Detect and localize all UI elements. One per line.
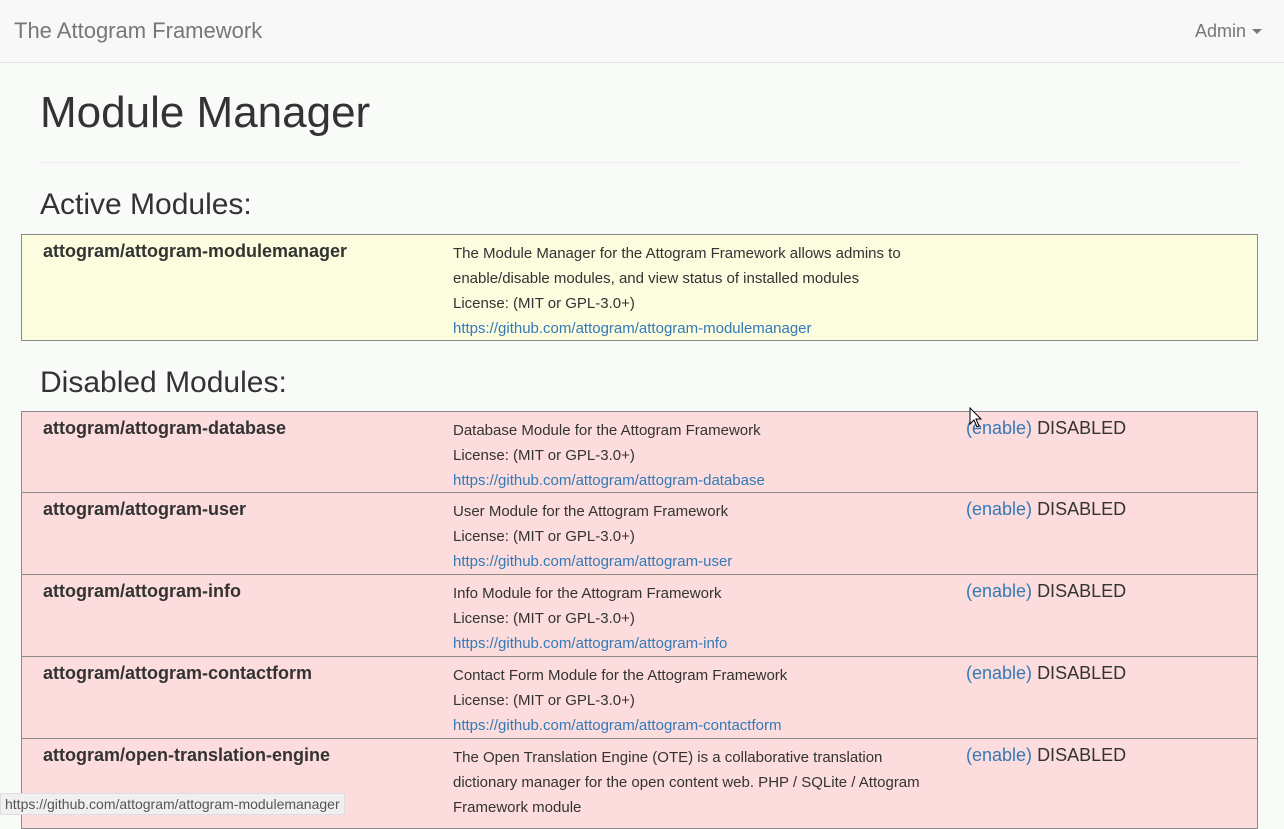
module-details: The Open Translation Engine (OTE) is a c… bbox=[453, 745, 923, 820]
enable-link[interactable]: (enable) bbox=[966, 499, 1032, 519]
module-license: License: (MIT or GPL-3.0+) bbox=[453, 447, 635, 464]
status-disabled: DISABLED bbox=[1037, 499, 1127, 519]
module-details: Database Module for the Attogram Framewo… bbox=[453, 418, 923, 493]
enable-link[interactable]: (enable) bbox=[966, 581, 1032, 601]
module-license: License: (MIT or GPL-3.0+) bbox=[453, 528, 635, 545]
caret-down-icon[interactable] bbox=[1252, 29, 1262, 34]
module-description: The Open Translation Engine (OTE) is a c… bbox=[453, 749, 883, 766]
module-name: attogram/open-translation-engine bbox=[43, 745, 331, 765]
admin-menu-toggle[interactable]: Admin bbox=[1195, 21, 1246, 42]
module-status: (enable) DISABLED bbox=[966, 418, 1126, 439]
enable-link[interactable]: (enable) bbox=[966, 745, 1032, 765]
module-description: Database Module for the Attogram Framewo… bbox=[453, 422, 761, 439]
mouse-cursor-icon bbox=[969, 407, 983, 428]
disabled-modules-heading: Disabled Modules: bbox=[40, 366, 287, 399]
enable-link[interactable]: (enable) bbox=[966, 663, 1032, 683]
module-name: attogram/attogram-info bbox=[43, 581, 241, 601]
module-name: attogram/attogram-modulemanager bbox=[43, 241, 348, 261]
module-details: User Module for the Attogram Framework L… bbox=[453, 499, 923, 574]
module-link[interactable]: https://github.com/attogram/attogram-dat… bbox=[453, 468, 923, 493]
module-name: attogram/attogram-contactform bbox=[43, 663, 313, 683]
module-description: User Module for the Attogram Framework bbox=[453, 503, 729, 520]
module-description: The Module Manager for the Attogram Fram… bbox=[453, 245, 901, 262]
browser-status-bar: https://github.com/attogram/attogram-mod… bbox=[0, 793, 345, 815]
module-description: Framework module bbox=[453, 799, 582, 816]
navbar: The Attogram Framework Admin bbox=[0, 0, 1284, 63]
table-row: attogram/attogram-info Info Module for t… bbox=[21, 575, 1258, 657]
module-status: (enable) DISABLED bbox=[966, 581, 1126, 602]
table-row: attogram/attogram-modulemanager The Modu… bbox=[21, 234, 1258, 341]
active-modules-table: attogram/attogram-modulemanager The Modu… bbox=[21, 234, 1258, 341]
module-description: dictionary manager for the open content … bbox=[453, 774, 920, 791]
module-name: attogram/attogram-user bbox=[43, 499, 247, 519]
module-details: The Module Manager for the Attogram Fram… bbox=[453, 241, 923, 341]
module-license: License: (MIT or GPL-3.0+) bbox=[453, 295, 635, 312]
module-description: enable/disable modules, and view status … bbox=[453, 270, 860, 287]
status-disabled: DISABLED bbox=[1037, 418, 1127, 438]
module-description: Info Module for the Attogram Framework bbox=[453, 585, 722, 602]
table-row: attogram/attogram-database Database Modu… bbox=[21, 411, 1258, 493]
disabled-modules-table: attogram/attogram-database Database Modu… bbox=[21, 411, 1258, 829]
module-link[interactable]: https://github.com/attogram/attogram-con… bbox=[453, 713, 923, 738]
module-status: (enable) DISABLED bbox=[966, 745, 1126, 766]
page-title: Module Manager bbox=[40, 88, 371, 137]
module-license: License: (MIT or GPL-3.0+) bbox=[453, 692, 635, 709]
status-disabled: DISABLED bbox=[1037, 581, 1127, 601]
module-description: Contact Form Module for the Attogram Fra… bbox=[453, 667, 788, 684]
table-row: attogram/attogram-user User Module for t… bbox=[21, 493, 1258, 575]
module-status: (enable) DISABLED bbox=[966, 499, 1126, 520]
module-license: License: (MIT or GPL-3.0+) bbox=[453, 610, 635, 627]
brand-link[interactable]: The Attogram Framework bbox=[14, 18, 262, 44]
module-link[interactable]: https://github.com/attogram/attogram-mod… bbox=[453, 316, 923, 341]
module-name: attogram/attogram-database bbox=[43, 418, 287, 438]
title-divider bbox=[40, 162, 1240, 163]
module-status: (enable) DISABLED bbox=[966, 663, 1126, 684]
module-details: Contact Form Module for the Attogram Fra… bbox=[453, 663, 923, 738]
active-modules-heading: Active Modules: bbox=[40, 188, 252, 221]
module-details: Info Module for the Attogram Framework L… bbox=[453, 581, 923, 656]
status-disabled: DISABLED bbox=[1037, 663, 1127, 683]
table-row: attogram/open-translation-engine The Ope… bbox=[21, 739, 1258, 829]
table-row: attogram/attogram-contactform Contact Fo… bbox=[21, 657, 1258, 739]
module-link[interactable]: https://github.com/attogram/attogram-inf… bbox=[453, 631, 923, 656]
module-link[interactable]: https://github.com/attogram/attogram-use… bbox=[453, 549, 923, 574]
status-disabled: DISABLED bbox=[1037, 745, 1127, 765]
